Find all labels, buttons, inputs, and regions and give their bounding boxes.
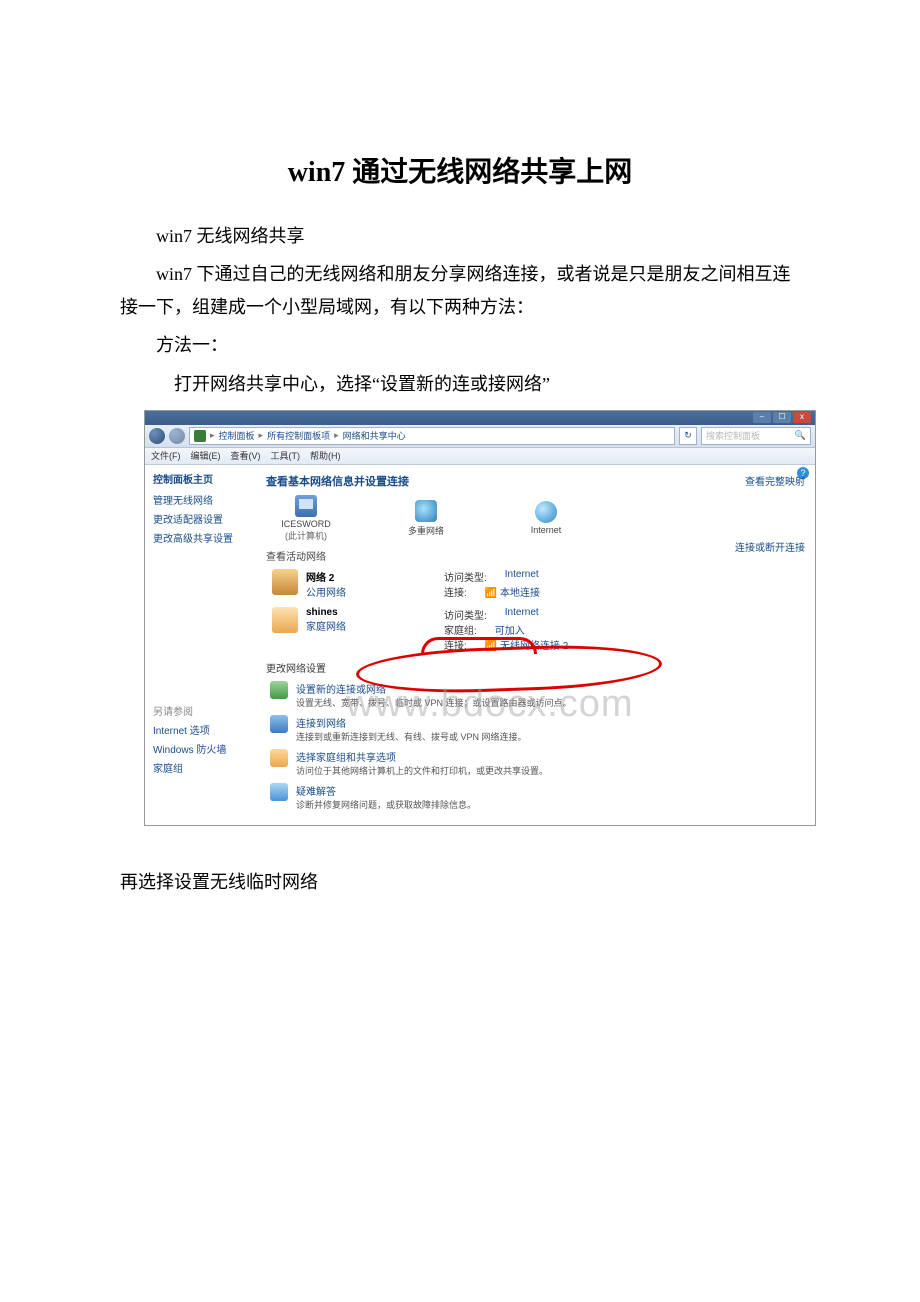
computer-icon (295, 495, 317, 517)
control-panel-icon (194, 430, 206, 442)
sidebar-related-label: 另请参阅 (153, 703, 248, 718)
sidebar-link-inet-options[interactable]: Internet 选项 (153, 722, 248, 737)
doc-title: win7 通过无线网络共享上网 (120, 150, 800, 190)
menu-view[interactable]: 查看(V) (231, 449, 261, 462)
multi-network-label: 多重网络 (408, 524, 444, 537)
action-setup-new[interactable]: 设置新的连接或网络 设置无线、宽带、拨号、临时或 VPN 连接；或设置路由器或访… (270, 681, 805, 709)
network-map: ICESWORD (此计算机) 多重网络 Internet (276, 495, 805, 542)
action-troubleshoot[interactable]: 疑难解答 诊断并修复网络问题，或获取故障排除信息。 (270, 783, 805, 811)
action1-title: 设置新的连接或网络 (296, 681, 572, 696)
computer-sub: (此计算机) (285, 529, 327, 542)
menu-edit[interactable]: 编辑(E) (191, 449, 221, 462)
internet-icon (535, 501, 557, 523)
forward-button[interactable] (169, 428, 185, 444)
sidebar-link-firewall[interactable]: Windows 防火墙 (153, 741, 248, 756)
window-titlebar: – ☐ x (145, 411, 815, 425)
para-4: 打开网络共享中心，选择“设置新的连或接网络” (120, 368, 800, 400)
multi-network-icon (415, 500, 437, 522)
sidebar-heading: 控制面板主页 (153, 471, 248, 486)
view-active-label: 查看活动网络 (266, 548, 805, 563)
computer-name: ICESWORD (281, 519, 331, 529)
connect-disconnect-link[interactable]: 连接或断开连接 (735, 539, 805, 554)
net2-v1: Internet (505, 607, 539, 622)
para-5: 再选择设置无线临时网络 (120, 866, 800, 898)
search-icon: 🔍 (795, 430, 806, 441)
para-3: 方法一： (120, 329, 800, 361)
net1-v2[interactable]: 📶 本地连接 (485, 584, 540, 599)
setup-connection-icon (270, 681, 288, 699)
main-heading: 查看基本网络信息并设置连接 (266, 473, 805, 489)
homegroup-icon (270, 749, 288, 767)
net1-name: 网络 2 (306, 569, 346, 584)
net1-k1: 访问类型: (444, 569, 487, 584)
net2-v2[interactable]: 可加入 (495, 622, 525, 637)
address-row: ▸ 控制面板 ▸ 所有控制面板项 ▸ 网络和共享中心 ↻ 搜索控制面板 🔍 (145, 425, 815, 448)
action4-desc: 诊断并修复网络问题，或获取故障排除信息。 (296, 798, 476, 811)
network-item-1: 网络 2 公用网络 访问类型: Internet 连接: 📶 本地连接 (272, 569, 805, 599)
net2-k1: 访问类型: (444, 607, 487, 622)
net2-name: shines (306, 607, 346, 618)
red-annotation-top (421, 637, 537, 654)
sidebar-link-wifi[interactable]: 管理无线网络 (153, 492, 248, 507)
action-connect[interactable]: 连接到网络 连接到或重新连接到无线、有线、拨号或 VPN 网络连接。 (270, 715, 805, 743)
action3-desc: 访问位于其他网络计算机上的文件和打印机，或更改共享设置。 (296, 764, 548, 777)
sidebar-link-advanced[interactable]: 更改高级共享设置 (153, 530, 248, 545)
breadcrumb-3[interactable]: 网络和共享中心 (343, 429, 406, 442)
screenshot-network-center: – ☐ x ▸ 控制面板 ▸ 所有控制面板项 ▸ 网络和共享中心 ↻ 搜索控制面… (144, 410, 816, 826)
internet-label: Internet (531, 525, 562, 535)
action-homegroup[interactable]: 选择家庭组和共享选项 访问位于其他网络计算机上的文件和打印机，或更改共享设置。 (270, 749, 805, 777)
home-network-icon (272, 607, 298, 633)
connect-network-icon (270, 715, 288, 733)
refresh-button[interactable]: ↻ (679, 427, 697, 445)
view-full-map-link[interactable]: 查看完整映射 (745, 473, 805, 488)
menu-bar: 文件(F) 编辑(E) 查看(V) 工具(T) 帮助(H) (145, 448, 815, 465)
address-bar[interactable]: ▸ 控制面板 ▸ 所有控制面板项 ▸ 网络和共享中心 (189, 427, 675, 445)
troubleshoot-icon (270, 783, 288, 801)
breadcrumb-2[interactable]: 所有控制面板项 (267, 429, 330, 442)
back-button[interactable] (149, 428, 165, 444)
public-network-icon (272, 569, 298, 595)
action1-desc: 设置无线、宽带、拨号、临时或 VPN 连接；或设置路由器或访问点。 (296, 696, 572, 709)
minimize-button[interactable]: – (753, 412, 771, 423)
menu-tools[interactable]: 工具(T) (271, 449, 301, 462)
maximize-button[interactable]: ☐ (773, 412, 791, 423)
search-placeholder: 搜索控制面板 (706, 429, 760, 442)
sidebar: 控制面板主页 管理无线网络 更改适配器设置 更改高级共享设置 另请参阅 Inte… (145, 465, 256, 825)
action2-title: 连接到网络 (296, 715, 527, 730)
sidebar-link-adapter[interactable]: 更改适配器设置 (153, 511, 248, 526)
sidebar-link-homegroup[interactable]: 家庭组 (153, 760, 248, 775)
action2-desc: 连接到或重新连接到无线、有线、拨号或 VPN 网络连接。 (296, 730, 527, 743)
network-item-2: shines 家庭网络 访问类型:Internet 家庭组:可加入 连接:📶 无… (272, 607, 805, 652)
main-panel: ? 查看基本网络信息并设置连接 查看完整映射 ICESWORD (此计算机) 多… (256, 465, 815, 825)
search-input[interactable]: 搜索控制面板 🔍 (701, 427, 811, 445)
net2-type[interactable]: 家庭网络 (306, 618, 346, 633)
breadcrumb-1[interactable]: 控制面板 (219, 429, 255, 442)
action3-title: 选择家庭组和共享选项 (296, 749, 548, 764)
change-settings-heading: 更改网络设置 (266, 660, 805, 675)
para-2: win7 下通过自己的无线网络和朋友分享网络连接，或者说是只是朋友之间相互连接一… (120, 258, 800, 323)
close-button[interactable]: x (793, 412, 811, 423)
net2-k2: 家庭组: (444, 622, 477, 637)
para-1: win7 无线网络共享 (120, 220, 800, 252)
net1-k2: 连接: (444, 584, 467, 599)
menu-file[interactable]: 文件(F) (151, 449, 181, 462)
net1-type[interactable]: 公用网络 (306, 584, 346, 599)
action4-title: 疑难解答 (296, 783, 476, 798)
menu-help[interactable]: 帮助(H) (310, 449, 341, 462)
net1-v1: Internet (505, 569, 539, 584)
